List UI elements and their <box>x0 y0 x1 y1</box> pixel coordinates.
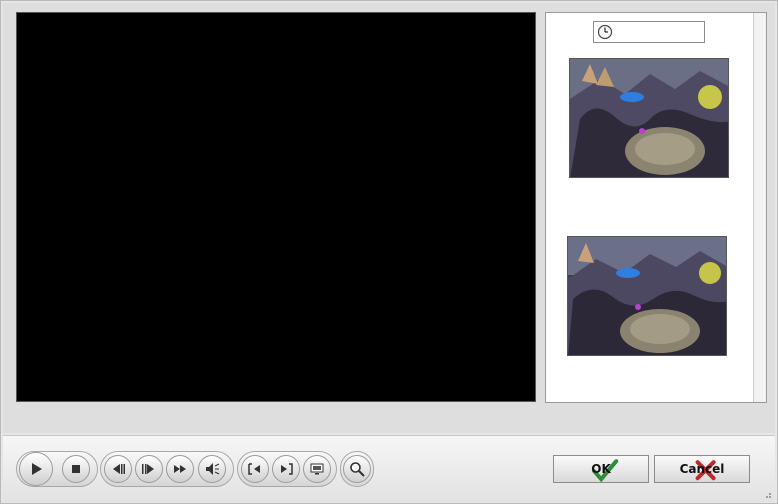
control-bar: OK Cancel <box>3 435 775 502</box>
start-thumbnail[interactable] <box>569 58 729 178</box>
mark-out-button[interactable] <box>272 455 300 483</box>
mark-in-icon <box>248 463 260 475</box>
cancel-button[interactable]: Cancel <box>654 455 750 483</box>
volume-mute-icon <box>206 463 220 475</box>
ok-label: OK <box>591 462 611 476</box>
mark-out-icon <box>281 463 293 475</box>
step-back-icon <box>113 464 125 474</box>
end-thumbnail[interactable] <box>567 236 727 356</box>
step-forward-button[interactable] <box>135 455 163 483</box>
video-preview[interactable] <box>16 12 536 402</box>
monitor-icon <box>310 463 324 475</box>
zoom-button[interactable] <box>343 455 371 483</box>
step-back-button[interactable] <box>104 455 132 483</box>
step-forward-icon <box>142 464 154 474</box>
stop-button[interactable] <box>62 455 90 483</box>
stop-icon <box>72 465 80 473</box>
playback-group <box>16 451 98 487</box>
fast-forward-icon <box>174 465 186 473</box>
trim-dialog: OK Cancel <box>0 0 778 504</box>
play-icon <box>32 463 42 475</box>
play-button[interactable] <box>19 452 53 486</box>
screen-button[interactable] <box>303 455 331 483</box>
time-field[interactable] <box>593 21 705 43</box>
magnifier-icon <box>350 462 365 477</box>
ok-button[interactable]: OK <box>553 455 649 483</box>
zoom-group <box>340 451 374 487</box>
clock-icon <box>597 24 613 40</box>
fast-forward-button[interactable] <box>166 455 194 483</box>
thumbnail-scrollbar[interactable] <box>753 13 766 402</box>
resize-grip-icon[interactable] <box>762 489 772 499</box>
thumbnail-panel <box>545 12 767 403</box>
mute-button[interactable] <box>198 455 226 483</box>
navigation-group <box>100 451 234 487</box>
mark-in-button[interactable] <box>241 455 269 483</box>
marker-group <box>237 451 337 487</box>
cancel-label: Cancel <box>679 462 725 476</box>
